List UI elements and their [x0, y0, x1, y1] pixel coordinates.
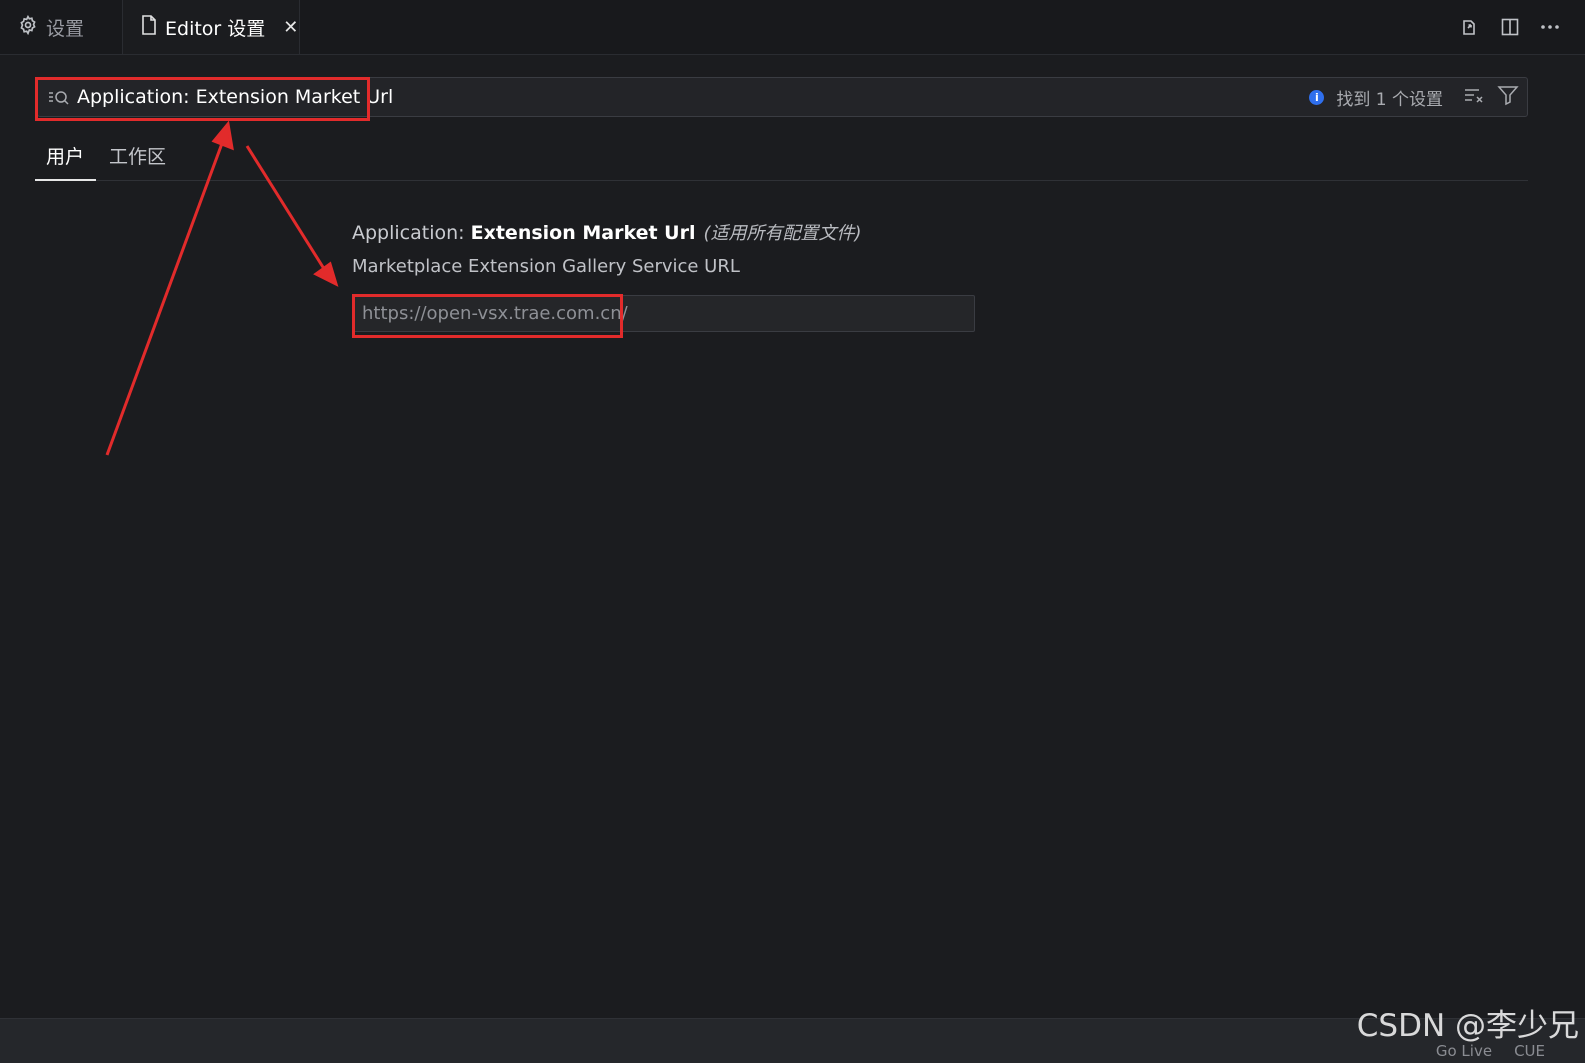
- arrow-up-line: [105, 137, 226, 456]
- arrow-down-line: [245, 145, 328, 273]
- annotation-arrows: [105, 120, 339, 456]
- arrow-down-head: [313, 261, 339, 287]
- status-bar: Go Live CUE: [0, 1018, 1585, 1063]
- arrow-up-head: [211, 120, 234, 151]
- settings-editor: 设置 Editor 设置 ✕ Application: Extension Ma…: [0, 0, 1585, 1063]
- watermark: CSDN @李少兄: [1356, 1008, 1579, 1044]
